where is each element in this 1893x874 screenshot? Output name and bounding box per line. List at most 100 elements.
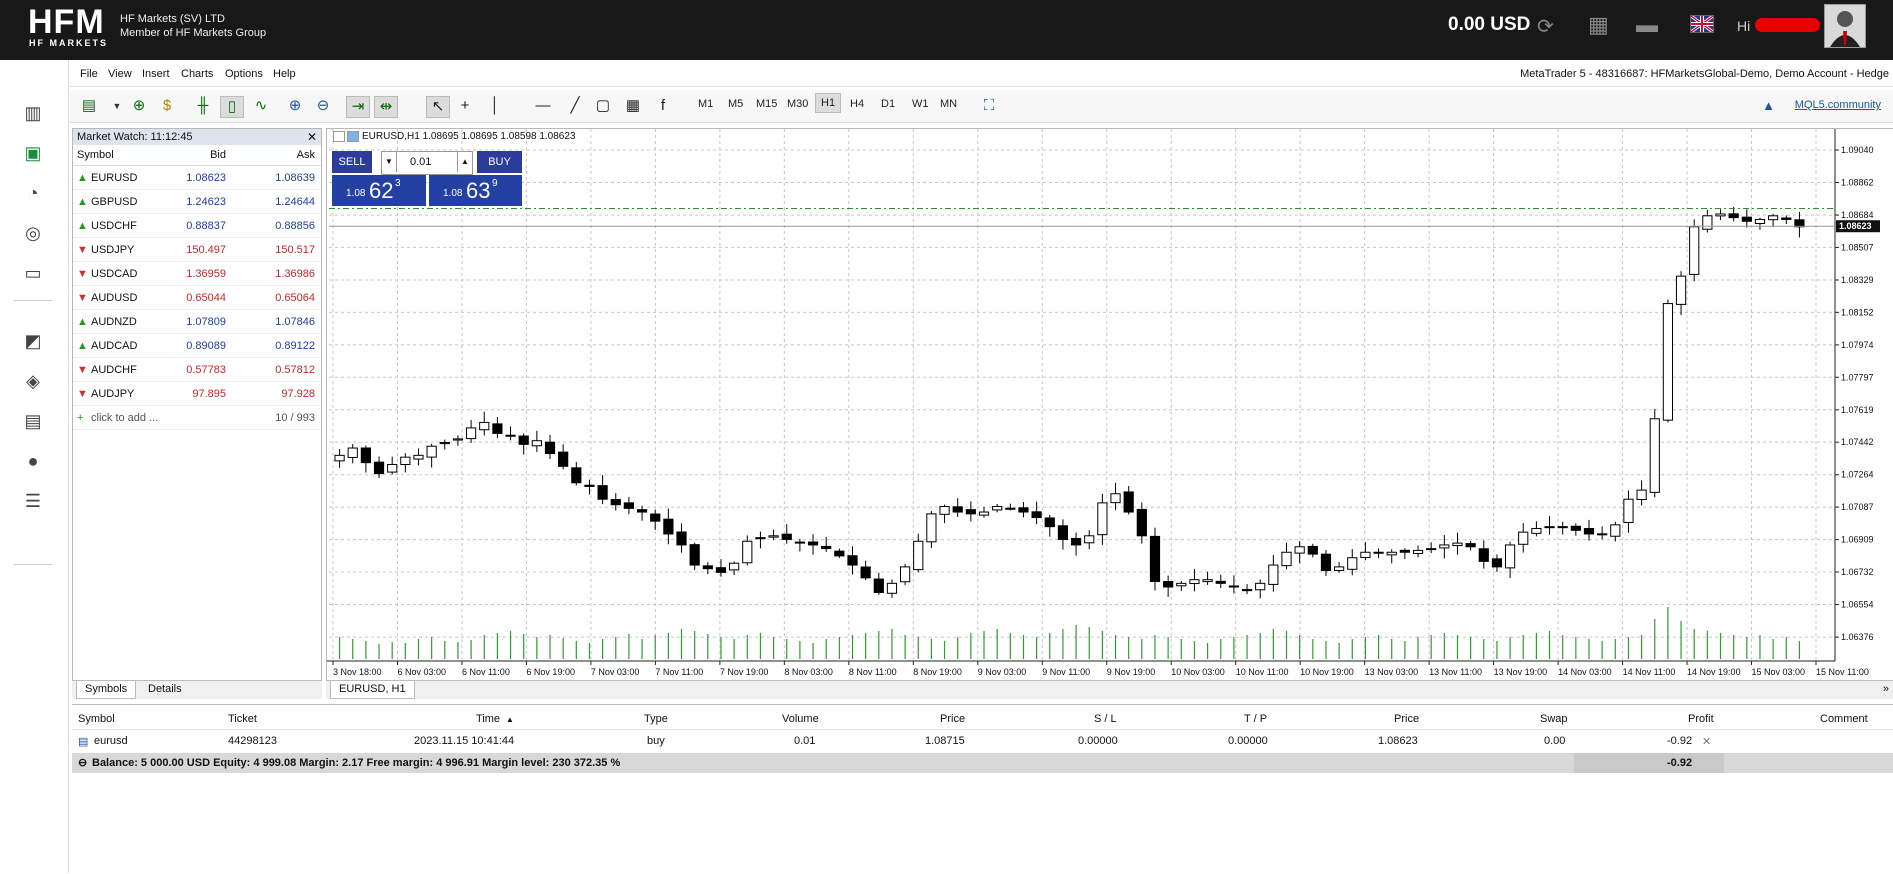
sell-price-box[interactable]: 1.08 62 3 — [332, 175, 426, 206]
decrease-lot-icon[interactable]: ▼ — [382, 152, 397, 172]
market-watch-row[interactable]: ▼ USDJPY 150.497 150.517 — [73, 238, 321, 262]
col-time[interactable]: Time — [476, 713, 500, 725]
increase-lot-icon[interactable]: ▲ — [457, 152, 472, 172]
lot-size-field[interactable]: ▼ 0.01 ▲ — [381, 151, 473, 175]
fibonacci-icon[interactable]: ▦ — [622, 96, 644, 116]
timeframe-m15[interactable]: M15 — [756, 98, 777, 110]
market-watch-row[interactable]: ▲ AUDCAD 0.89089 0.89122 — [73, 334, 321, 358]
autoscroll-icon[interactable]: ⇥ — [346, 96, 370, 118]
col-volume[interactable]: Volume — [782, 713, 819, 725]
market-watch-row[interactable]: ▲ EURUSD 1.08623 1.08639 — [73, 166, 321, 190]
algo-trading-icon[interactable]: $ — [156, 96, 178, 116]
symbol-name[interactable]: USDJPY — [91, 244, 134, 256]
wallet-icon[interactable]: ▭ — [22, 264, 44, 282]
chart-bars-icon[interactable]: ▥ — [22, 104, 44, 122]
lot-size-value[interactable]: 0.01 — [410, 156, 431, 168]
close-position-icon[interactable]: ✕ — [1702, 735, 1711, 748]
new-order-icon[interactable]: ⊕ — [128, 96, 150, 116]
trendline-icon[interactable]: ╱ — [564, 96, 586, 116]
zoom-out-icon[interactable]: ⊖ — [312, 96, 334, 116]
fullscreen-icon[interactable]: ⛶ — [978, 96, 1000, 116]
horizontal-line-icon[interactable]: — — [532, 96, 554, 116]
column-ask[interactable]: Ask — [297, 149, 315, 161]
menu-file[interactable]: File — [80, 68, 98, 80]
line-chart-icon[interactable]: ∿ — [250, 96, 272, 116]
timeframe-h4[interactable]: H4 — [850, 98, 864, 110]
position-tp[interactable]: 0.00000 — [1228, 735, 1268, 747]
layers-icon[interactable]: ◈ — [22, 372, 44, 390]
buy-price-box[interactable]: 1.08 63 9 — [429, 175, 522, 206]
support-icon[interactable]: ◎ — [22, 224, 44, 242]
candlestick-icon[interactable]: ▯ — [220, 96, 244, 118]
menu-insert[interactable]: Insert — [142, 68, 170, 80]
tab-eurusd-h1[interactable]: EURUSD, H1 — [330, 681, 415, 699]
cursor-icon[interactable]: ↖ — [426, 96, 450, 118]
apps-grid-icon[interactable]: ▦ — [1588, 12, 1609, 38]
timeframe-h1[interactable]: H1 — [815, 93, 842, 113]
sell-button[interactable]: SELL — [332, 151, 372, 173]
symbol-name[interactable]: AUDNZD — [91, 316, 137, 328]
trend-chart-icon[interactable]: ◩ — [22, 332, 44, 350]
menu-view[interactable]: View — [108, 68, 132, 80]
menu-help[interactable]: Help — [273, 68, 296, 80]
col-comment[interactable]: Comment — [1820, 713, 1868, 725]
new-chart-icon[interactable]: ▤ — [78, 96, 100, 116]
position-sl[interactable]: 0.00000 — [1078, 735, 1118, 747]
col-type[interactable]: Type — [644, 713, 668, 725]
col-sl[interactable]: S / L — [1094, 713, 1117, 725]
menu-options[interactable]: Options — [225, 68, 263, 80]
chat-icon[interactable]: ▬ — [1636, 12, 1658, 38]
text-label-icon[interactable]: ▢ — [592, 96, 614, 116]
vertical-line-icon[interactable]: │ — [484, 96, 506, 116]
scroll-right-icon[interactable]: » — [1883, 683, 1889, 695]
market-watch-row[interactable]: ▼ AUDUSD 0.65044 0.65064 — [73, 286, 321, 310]
tab-details[interactable]: Details — [140, 681, 190, 698]
symbol-name[interactable]: GBPUSD — [91, 196, 137, 208]
column-symbol[interactable]: Symbol — [77, 149, 114, 161]
symbol-name[interactable]: USDCHF — [91, 220, 137, 232]
tab-symbols[interactable]: Symbols — [76, 681, 137, 699]
crosshair-icon[interactable]: + — [454, 96, 476, 116]
pie-chart-icon[interactable]: ◔ — [22, 184, 44, 202]
wallet-add-icon[interactable]: ▣ — [22, 144, 44, 162]
buy-button[interactable]: BUY — [477, 151, 522, 173]
language-flag-icon[interactable] — [1690, 14, 1714, 34]
col-price[interactable]: Price — [940, 713, 965, 725]
timeframe-w1[interactable]: W1 — [912, 98, 929, 110]
col-symbol[interactable]: Symbol — [78, 713, 115, 725]
market-watch-row[interactable]: ▼ AUDCHF 0.57783 0.57812 — [73, 358, 321, 382]
timeframe-d1[interactable]: D1 — [881, 98, 895, 110]
column-bid[interactable]: Bid — [210, 149, 226, 161]
user-icon[interactable]: ● — [22, 452, 44, 470]
symbol-name[interactable]: AUDCAD — [91, 340, 137, 352]
list-icon[interactable]: ☰ — [22, 492, 44, 510]
refresh-icon[interactable]: ⟳ — [1537, 14, 1554, 39]
market-watch-row[interactable]: ▼ USDCAD 1.36959 1.36986 — [73, 262, 321, 286]
timeframe-m5[interactable]: M5 — [728, 98, 743, 110]
timeframe-m1[interactable]: M1 — [698, 98, 713, 110]
symbol-name[interactable]: AUDCHF — [91, 364, 137, 376]
market-watch-row[interactable]: ▲ GBPUSD 1.24623 1.24644 — [73, 190, 321, 214]
chart-shift-icon[interactable]: ⇹ — [374, 96, 398, 118]
col-tp[interactable]: T / P — [1244, 713, 1267, 725]
symbol-name[interactable]: AUDUSD — [91, 292, 137, 304]
col-ticket[interactable]: Ticket — [228, 713, 257, 725]
symbol-name[interactable]: USDCAD — [91, 268, 137, 280]
zoom-in-icon[interactable]: ⊕ — [284, 96, 306, 116]
bar-chart-icon[interactable]: ╫ — [192, 96, 214, 116]
collapse-icon[interactable]: ⊖ — [78, 753, 87, 773]
symbol-name[interactable]: EURUSD — [91, 172, 137, 184]
col-current-price[interactable]: Price — [1394, 713, 1419, 725]
menu-charts[interactable]: Charts — [181, 68, 213, 80]
add-symbol-label[interactable]: click to add ... — [91, 412, 158, 424]
market-watch-row[interactable]: ▲ AUDNZD 1.07809 1.07846 — [73, 310, 321, 334]
market-watch-row[interactable]: ▲ USDCHF 0.88837 0.88856 — [73, 214, 321, 238]
dropdown-arrow-icon[interactable]: ▼ — [106, 96, 128, 116]
symbol-name[interactable]: AUDJPY — [91, 388, 134, 400]
add-symbol-row[interactable]: + click to add ... 10 / 993 — [73, 406, 321, 430]
price-chart[interactable]: 1.08623 1.090401.088621.086841.085071.08… — [327, 129, 1893, 681]
close-icon[interactable]: ✕ — [307, 129, 317, 145]
indicators-icon[interactable]: f — [652, 96, 674, 116]
timeframe-m30[interactable]: M30 — [787, 98, 808, 110]
market-watch-row[interactable]: ▼ AUDJPY 97.895 97.928 — [73, 382, 321, 406]
